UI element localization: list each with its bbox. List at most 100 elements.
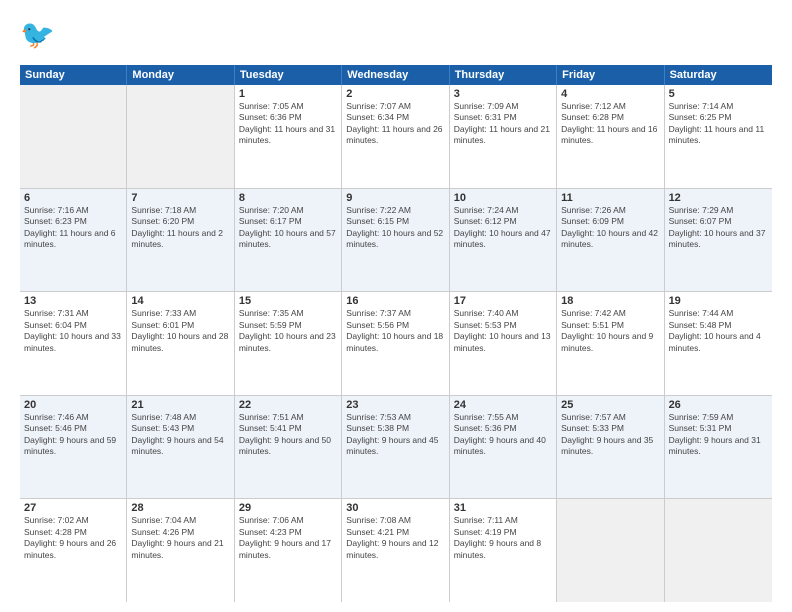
day-info: Sunrise: 7:37 AMSunset: 5:56 PMDaylight:… — [346, 308, 444, 354]
empty-cell — [557, 499, 664, 602]
day-number: 22 — [239, 399, 337, 411]
empty-cell — [20, 85, 127, 188]
day-number: 29 — [239, 502, 337, 514]
day-number: 6 — [24, 192, 122, 204]
day-number: 18 — [561, 295, 659, 307]
day-info: Sunrise: 7:29 AMSunset: 6:07 PMDaylight:… — [669, 205, 768, 251]
day-number: 10 — [454, 192, 552, 204]
day-cell-20: 20Sunrise: 7:46 AMSunset: 5:46 PMDayligh… — [20, 396, 127, 499]
day-cell-1: 1Sunrise: 7:05 AMSunset: 6:36 PMDaylight… — [235, 85, 342, 188]
weekday-header-tuesday: Tuesday — [235, 65, 342, 85]
day-number: 19 — [669, 295, 768, 307]
day-cell-21: 21Sunrise: 7:48 AMSunset: 5:43 PMDayligh… — [127, 396, 234, 499]
weekday-header-thursday: Thursday — [450, 65, 557, 85]
weekday-header-monday: Monday — [127, 65, 234, 85]
day-info: Sunrise: 7:08 AMSunset: 4:21 PMDaylight:… — [346, 515, 444, 561]
day-cell-30: 30Sunrise: 7:08 AMSunset: 4:21 PMDayligh… — [342, 499, 449, 602]
day-number: 13 — [24, 295, 122, 307]
day-cell-16: 16Sunrise: 7:37 AMSunset: 5:56 PMDayligh… — [342, 292, 449, 395]
svg-text:🐦: 🐦 — [20, 19, 55, 50]
logo-bird-icon: 🐦 — [20, 16, 68, 57]
day-number: 5 — [669, 88, 768, 100]
day-info: Sunrise: 7:33 AMSunset: 6:01 PMDaylight:… — [131, 308, 229, 354]
calendar-page: 🐦 SundayMondayTuesdayWednesdayThursdayFr… — [0, 0, 792, 612]
day-number: 16 — [346, 295, 444, 307]
day-cell-27: 27Sunrise: 7:02 AMSunset: 4:28 PMDayligh… — [20, 499, 127, 602]
day-cell-29: 29Sunrise: 7:06 AMSunset: 4:23 PMDayligh… — [235, 499, 342, 602]
day-cell-7: 7Sunrise: 7:18 AMSunset: 6:20 PMDaylight… — [127, 189, 234, 292]
day-number: 1 — [239, 88, 337, 100]
weekday-header-wednesday: Wednesday — [342, 65, 449, 85]
weekday-header-friday: Friday — [557, 65, 664, 85]
empty-cell — [665, 499, 772, 602]
day-info: Sunrise: 7:22 AMSunset: 6:15 PMDaylight:… — [346, 205, 444, 251]
day-number: 17 — [454, 295, 552, 307]
day-number: 7 — [131, 192, 229, 204]
day-cell-28: 28Sunrise: 7:04 AMSunset: 4:26 PMDayligh… — [127, 499, 234, 602]
calendar-week-3: 13Sunrise: 7:31 AMSunset: 6:04 PMDayligh… — [20, 292, 772, 396]
day-cell-11: 11Sunrise: 7:26 AMSunset: 6:09 PMDayligh… — [557, 189, 664, 292]
day-cell-18: 18Sunrise: 7:42 AMSunset: 5:51 PMDayligh… — [557, 292, 664, 395]
weekday-header-saturday: Saturday — [665, 65, 772, 85]
calendar-week-4: 20Sunrise: 7:46 AMSunset: 5:46 PMDayligh… — [20, 396, 772, 500]
day-number: 23 — [346, 399, 444, 411]
day-cell-24: 24Sunrise: 7:55 AMSunset: 5:36 PMDayligh… — [450, 396, 557, 499]
day-number: 30 — [346, 502, 444, 514]
day-cell-15: 15Sunrise: 7:35 AMSunset: 5:59 PMDayligh… — [235, 292, 342, 395]
day-number: 28 — [131, 502, 229, 514]
day-number: 26 — [669, 399, 768, 411]
day-cell-10: 10Sunrise: 7:24 AMSunset: 6:12 PMDayligh… — [450, 189, 557, 292]
day-info: Sunrise: 7:57 AMSunset: 5:33 PMDaylight:… — [561, 412, 659, 458]
day-cell-3: 3Sunrise: 7:09 AMSunset: 6:31 PMDaylight… — [450, 85, 557, 188]
day-cell-12: 12Sunrise: 7:29 AMSunset: 6:07 PMDayligh… — [665, 189, 772, 292]
day-cell-26: 26Sunrise: 7:59 AMSunset: 5:31 PMDayligh… — [665, 396, 772, 499]
day-info: Sunrise: 7:35 AMSunset: 5:59 PMDaylight:… — [239, 308, 337, 354]
calendar: SundayMondayTuesdayWednesdayThursdayFrid… — [20, 65, 772, 602]
day-number: 3 — [454, 88, 552, 100]
day-number: 9 — [346, 192, 444, 204]
calendar-header: SundayMondayTuesdayWednesdayThursdayFrid… — [20, 65, 772, 85]
day-number: 25 — [561, 399, 659, 411]
day-number: 14 — [131, 295, 229, 307]
day-cell-8: 8Sunrise: 7:20 AMSunset: 6:17 PMDaylight… — [235, 189, 342, 292]
calendar-week-1: 1Sunrise: 7:05 AMSunset: 6:36 PMDaylight… — [20, 85, 772, 189]
day-info: Sunrise: 7:59 AMSunset: 5:31 PMDaylight:… — [669, 412, 768, 458]
day-info: Sunrise: 7:05 AMSunset: 6:36 PMDaylight:… — [239, 101, 337, 147]
day-cell-25: 25Sunrise: 7:57 AMSunset: 5:33 PMDayligh… — [557, 396, 664, 499]
day-info: Sunrise: 7:44 AMSunset: 5:48 PMDaylight:… — [669, 308, 768, 354]
day-number: 4 — [561, 88, 659, 100]
day-info: Sunrise: 7:04 AMSunset: 4:26 PMDaylight:… — [131, 515, 229, 561]
day-number: 12 — [669, 192, 768, 204]
day-cell-6: 6Sunrise: 7:16 AMSunset: 6:23 PMDaylight… — [20, 189, 127, 292]
day-info: Sunrise: 7:51 AMSunset: 5:41 PMDaylight:… — [239, 412, 337, 458]
header: 🐦 — [20, 16, 772, 57]
day-number: 20 — [24, 399, 122, 411]
day-info: Sunrise: 7:02 AMSunset: 4:28 PMDaylight:… — [24, 515, 122, 561]
day-number: 15 — [239, 295, 337, 307]
day-cell-22: 22Sunrise: 7:51 AMSunset: 5:41 PMDayligh… — [235, 396, 342, 499]
calendar-week-2: 6Sunrise: 7:16 AMSunset: 6:23 PMDaylight… — [20, 189, 772, 293]
day-cell-2: 2Sunrise: 7:07 AMSunset: 6:34 PMDaylight… — [342, 85, 449, 188]
day-number: 27 — [24, 502, 122, 514]
day-cell-13: 13Sunrise: 7:31 AMSunset: 6:04 PMDayligh… — [20, 292, 127, 395]
day-cell-31: 31Sunrise: 7:11 AMSunset: 4:19 PMDayligh… — [450, 499, 557, 602]
day-info: Sunrise: 7:07 AMSunset: 6:34 PMDaylight:… — [346, 101, 444, 147]
day-info: Sunrise: 7:46 AMSunset: 5:46 PMDaylight:… — [24, 412, 122, 458]
empty-cell — [127, 85, 234, 188]
day-number: 21 — [131, 399, 229, 411]
day-number: 24 — [454, 399, 552, 411]
day-info: Sunrise: 7:14 AMSunset: 6:25 PMDaylight:… — [669, 101, 768, 147]
logo: 🐦 — [20, 16, 72, 57]
day-info: Sunrise: 7:24 AMSunset: 6:12 PMDaylight:… — [454, 205, 552, 251]
day-cell-23: 23Sunrise: 7:53 AMSunset: 5:38 PMDayligh… — [342, 396, 449, 499]
day-info: Sunrise: 7:20 AMSunset: 6:17 PMDaylight:… — [239, 205, 337, 251]
day-info: Sunrise: 7:48 AMSunset: 5:43 PMDaylight:… — [131, 412, 229, 458]
day-info: Sunrise: 7:31 AMSunset: 6:04 PMDaylight:… — [24, 308, 122, 354]
day-info: Sunrise: 7:55 AMSunset: 5:36 PMDaylight:… — [454, 412, 552, 458]
day-info: Sunrise: 7:09 AMSunset: 6:31 PMDaylight:… — [454, 101, 552, 147]
day-number: 8 — [239, 192, 337, 204]
day-info: Sunrise: 7:18 AMSunset: 6:20 PMDaylight:… — [131, 205, 229, 251]
day-info: Sunrise: 7:53 AMSunset: 5:38 PMDaylight:… — [346, 412, 444, 458]
day-info: Sunrise: 7:11 AMSunset: 4:19 PMDaylight:… — [454, 515, 552, 561]
day-cell-5: 5Sunrise: 7:14 AMSunset: 6:25 PMDaylight… — [665, 85, 772, 188]
